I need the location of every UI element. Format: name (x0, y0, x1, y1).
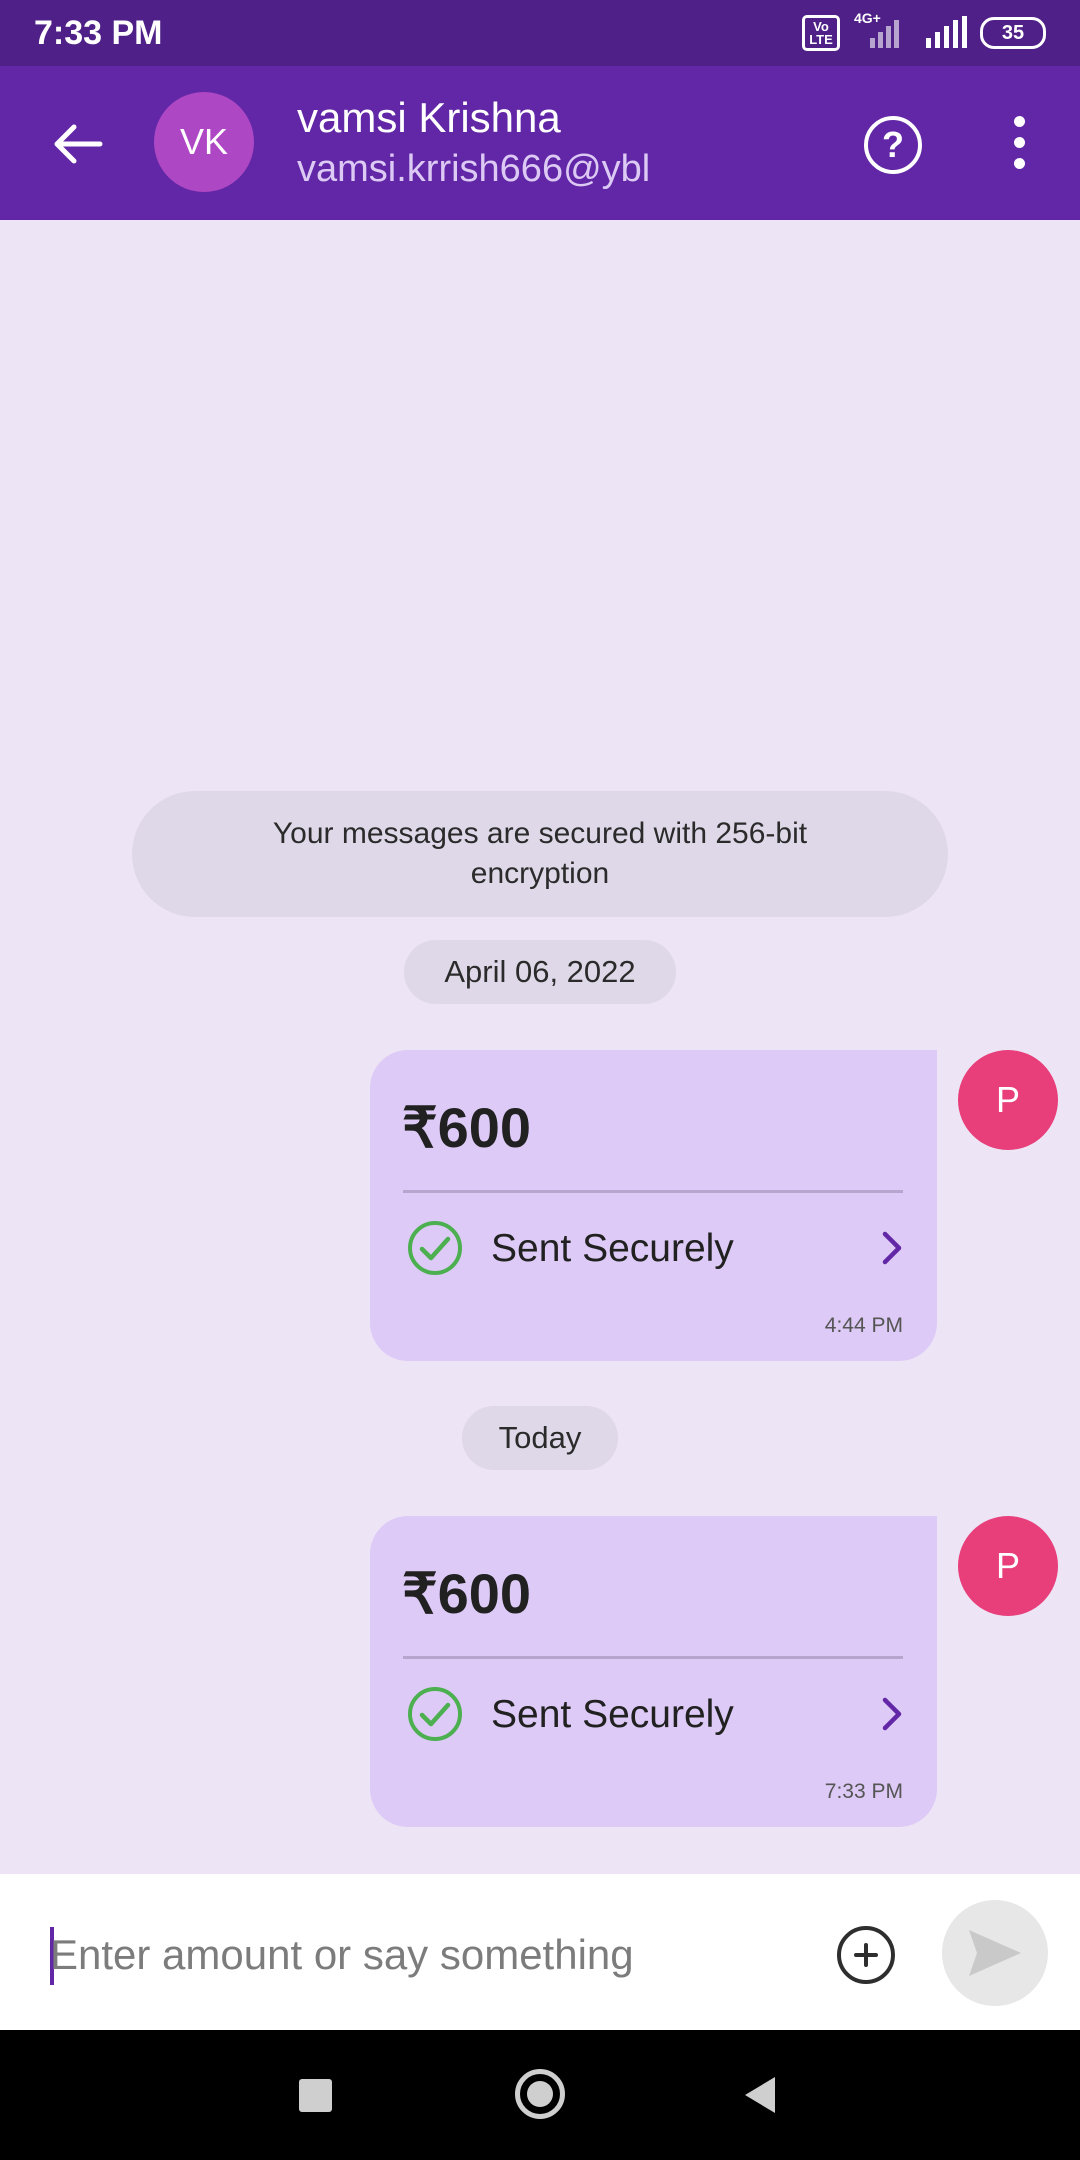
check-circle-icon (408, 1687, 462, 1741)
help-button[interactable]: ? (864, 116, 922, 174)
network-signal-icon: 4G+ (852, 10, 912, 50)
date-separator: Today (462, 1406, 618, 1470)
more-vertical-icon (1014, 116, 1025, 127)
transaction-card[interactable]: ₹600 Sent Securely 7:33 PM (370, 1516, 937, 1827)
chevron-right-icon (882, 1697, 902, 1731)
transaction-status-row[interactable]: Sent Securely (407, 1684, 911, 1744)
message-input[interactable] (50, 1922, 810, 1988)
battery-icon: 35 (980, 17, 1046, 49)
transaction-amount: ₹600 (402, 1562, 532, 1625)
sender-avatar[interactable]: P (958, 1516, 1058, 1616)
system-navigation-bar (0, 2030, 1080, 2160)
home-circle-icon[interactable] (515, 2069, 565, 2119)
transaction-time: 7:33 PM (824, 1780, 903, 1803)
date-label: Today (498, 1420, 582, 1455)
status-time: 7:33 PM (34, 14, 163, 52)
signal-strength-icon (926, 16, 967, 48)
add-attachment-button[interactable] (837, 1926, 895, 1984)
transaction-amount: ₹600 (402, 1096, 532, 1159)
back-triangle-icon[interactable] (743, 2075, 777, 2115)
chevron-right-icon (882, 1231, 902, 1265)
encryption-notice-text: Your messages are secured with 256-bit e… (272, 817, 808, 890)
send-icon (969, 1930, 1021, 1976)
battery-level: 35 (1001, 21, 1025, 44)
recents-square-icon[interactable] (299, 2079, 332, 2112)
divider (403, 1656, 903, 1659)
contact-name[interactable]: vamsi Krishna (297, 94, 561, 142)
home-circle-icon-inner (527, 2081, 553, 2107)
volte-icon: Vo LTE (802, 15, 840, 51)
more-vertical-icon-dot (1014, 137, 1025, 148)
more-vertical-icon-dot (1014, 158, 1025, 169)
more-options-button[interactable] (1000, 116, 1040, 170)
divider (403, 1190, 903, 1193)
transaction-status-row[interactable]: Sent Securely (407, 1218, 911, 1278)
plus-icon (854, 1943, 878, 1967)
status-bar: 7:33 PM Vo LTE 4G+ 35 (0, 0, 1080, 66)
chat-header: VK vamsi Krishna vamsi.krrish666@ybl ? (0, 66, 1080, 220)
transaction-status: Sent Securely (491, 1693, 734, 1736)
contact-upi-id[interactable]: vamsi.krrish666@ybl (297, 148, 650, 191)
sender-avatar[interactable]: P (958, 1050, 1058, 1150)
transaction-card[interactable]: ₹600 Sent Securely 4:44 PM (370, 1050, 937, 1361)
encryption-notice: Your messages are secured with 256-bit e… (132, 791, 948, 917)
check-circle-icon (408, 1221, 462, 1275)
date-label: April 06, 2022 (444, 954, 636, 989)
transaction-time: 4:44 PM (824, 1314, 903, 1337)
date-separator: April 06, 2022 (404, 940, 676, 1004)
transaction-status: Sent Securely (491, 1227, 734, 1270)
send-button[interactable] (942, 1900, 1048, 2006)
message-composer (0, 1874, 1080, 2030)
back-arrow-icon[interactable] (48, 114, 108, 174)
question-circle-icon: ? (882, 124, 904, 165)
status-icons: Vo LTE 4G+ 35 (802, 10, 1046, 52)
contact-avatar[interactable]: VK (154, 92, 254, 192)
